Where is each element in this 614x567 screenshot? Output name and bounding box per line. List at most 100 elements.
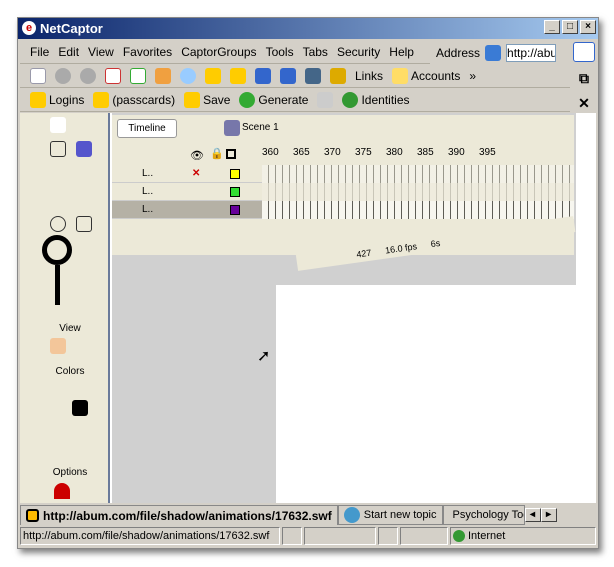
oval-tool-icon[interactable]	[50, 216, 66, 232]
minimize-button[interactable]: _	[544, 20, 560, 34]
side-controls: ⧉ ✕	[572, 40, 596, 112]
logins-icon	[30, 92, 46, 108]
menu-file[interactable]: File	[30, 45, 49, 59]
frame-strip[interactable]	[262, 183, 574, 201]
menu-help[interactable]: Help	[389, 45, 414, 59]
tab-scroll-left[interactable]: ◂	[524, 508, 541, 522]
title-bar: e NetCaptor _ □ ×	[18, 18, 598, 39]
logins-button[interactable]: Logins	[49, 93, 84, 107]
eye-icon[interactable]: 👁	[190, 149, 204, 162]
save-icon	[184, 92, 201, 108]
tab-psychology[interactable]: Psychology Tod	[442, 505, 525, 525]
hand-tool-icon[interactable]	[50, 338, 66, 354]
internet-zone-icon	[453, 530, 465, 542]
identities-button[interactable]: Identities	[361, 93, 409, 107]
new-page-icon[interactable]	[30, 68, 46, 84]
netcaptor-logo-icon	[573, 42, 595, 62]
eraser-icon[interactable]	[317, 92, 334, 108]
frame-strip[interactable]	[262, 201, 574, 219]
add-favorite-icon[interactable]	[230, 68, 246, 84]
flash-content[interactable]: View Colors Options Timeline Scene 1 👁 🔒…	[20, 113, 596, 503]
accounts-link[interactable]: Accounts	[411, 69, 460, 83]
passcards-button[interactable]: (passcards)	[112, 93, 175, 107]
tab-swf[interactable]: http://abum.com/file/shadow/animations/1…	[20, 505, 338, 525]
stage-edge	[576, 113, 596, 285]
snap-magnet-icon[interactable]	[54, 483, 70, 499]
font-icon[interactable]	[280, 68, 296, 84]
layer-color-swatch	[230, 169, 240, 179]
list-icon[interactable]	[255, 68, 271, 84]
timeline-button[interactable]: Timeline	[117, 119, 177, 138]
maximize-button[interactable]: □	[562, 20, 578, 34]
save-button[interactable]: Save	[203, 93, 230, 107]
view-panel-label: View	[59, 323, 81, 334]
menu-tabs[interactable]: Tabs	[303, 45, 328, 59]
home-icon[interactable]	[155, 68, 171, 84]
generate-icon	[239, 92, 256, 108]
back-icon[interactable]	[55, 68, 71, 84]
hidden-x-icon: ✕	[192, 168, 201, 179]
menu-edit[interactable]: Edit	[58, 45, 79, 59]
address-label: Address	[436, 45, 481, 60]
move-cursor-icon: ➚	[257, 348, 271, 365]
menu-security[interactable]: Security	[337, 45, 380, 59]
close-all-tabs-icon[interactable]: ⧉	[579, 70, 589, 87]
layer-color-swatch	[230, 205, 240, 215]
layer-row[interactable]: L..	[112, 183, 262, 201]
netcaptor-logo-icon: e	[22, 21, 36, 35]
layer-row-selected[interactable]: L..	[112, 201, 262, 219]
tab-bar: http://abum.com/file/shadow/animations/1…	[20, 504, 596, 526]
generate-button[interactable]: Generate	[258, 93, 308, 107]
fill-transform-icon[interactable]	[76, 141, 92, 157]
zone-label: Internet	[468, 530, 506, 542]
window-title: NetCaptor	[40, 21, 103, 36]
favorites-star-icon[interactable]	[205, 68, 221, 84]
refresh-icon[interactable]	[130, 68, 146, 84]
frame-rate: 16.0 fps	[384, 241, 418, 256]
close-tab-icon[interactable]: ✕	[578, 95, 590, 112]
tab-scroll-right[interactable]: ▸	[540, 508, 557, 522]
frame-strip[interactable]	[262, 165, 574, 183]
current-frame: 427	[355, 247, 372, 260]
menu-captorgroups[interactable]: CaptorGroups	[181, 45, 256, 59]
rectangle-tool-icon[interactable]	[76, 216, 92, 232]
menu-view[interactable]: View	[88, 45, 114, 59]
passcards-icon	[93, 92, 110, 108]
tab-start-new-topic[interactable]: Start new topic	[337, 505, 443, 525]
swf-icon	[26, 509, 39, 522]
frame-ruler[interactable]: 360 365 370 375 380 385 390 395	[262, 147, 574, 163]
close-button[interactable]: ×	[580, 20, 596, 34]
key-icon[interactable]	[330, 68, 346, 84]
menu-tools[interactable]: Tools	[266, 45, 294, 59]
scene-label[interactable]: Scene 1	[242, 122, 279, 133]
identities-icon	[342, 92, 359, 108]
layer-row[interactable]: L.. ✕	[112, 165, 262, 183]
arrow-tool-icon[interactable]	[50, 117, 66, 133]
colors-panel-label: Colors	[55, 366, 85, 377]
more-chevron[interactable]: »	[469, 69, 476, 83]
stick-figure-body	[55, 265, 60, 305]
ie-page-icon	[485, 44, 502, 61]
flash-stage	[276, 285, 596, 503]
folder-icon	[392, 68, 409, 84]
links-label[interactable]: Links	[355, 69, 383, 83]
options-panel-label: Options	[52, 467, 88, 478]
outline-icon[interactable]	[226, 149, 236, 159]
stick-figure-head	[42, 235, 72, 265]
globe-icon	[343, 507, 360, 523]
menu-favorites[interactable]: Favorites	[123, 45, 172, 59]
status-bar: http://abum.com/file/shadow/animations/1…	[20, 527, 596, 547]
lock-icon[interactable]: 🔒	[210, 147, 224, 160]
stop-icon[interactable]	[105, 68, 121, 84]
scene-icon	[224, 120, 240, 136]
fill-color-swatch[interactable]	[72, 400, 88, 416]
browser-window: e NetCaptor _ □ × File Edit View Favorit…	[17, 17, 599, 549]
address-input[interactable]	[506, 43, 557, 62]
edit-icon[interactable]	[305, 68, 321, 84]
search-icon[interactable]	[180, 68, 196, 84]
forward-icon[interactable]	[80, 68, 96, 84]
flash-tools-panel: View Colors Options	[20, 113, 110, 503]
free-transform-icon[interactable]	[50, 141, 66, 157]
elapsed-time: 6s	[430, 237, 441, 250]
layer-color-swatch	[230, 187, 240, 197]
